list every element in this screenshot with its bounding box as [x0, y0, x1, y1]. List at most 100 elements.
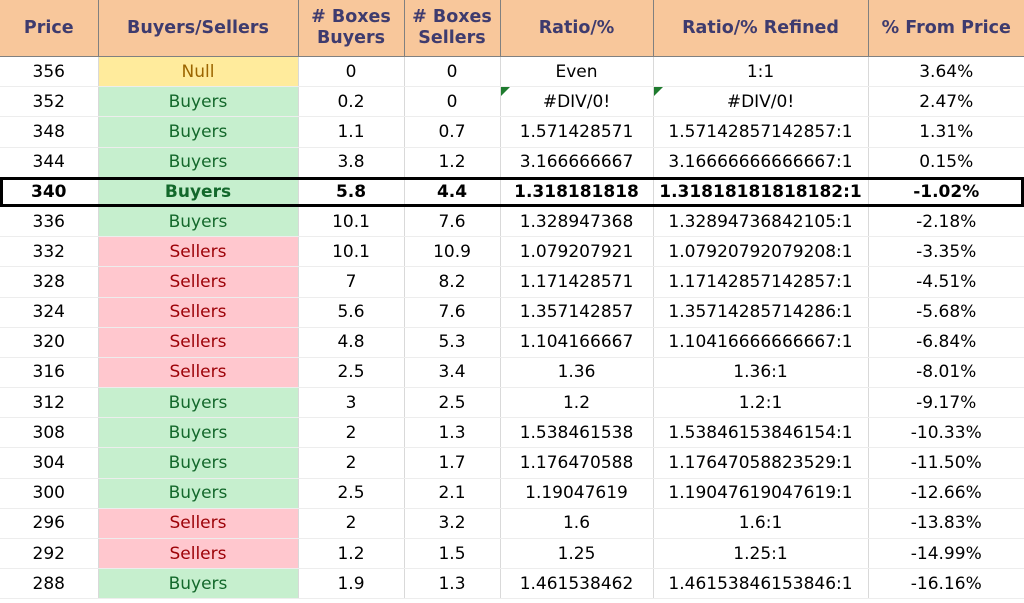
cell-ratio-percent[interactable]: 1.357142857	[500, 297, 654, 328]
table-row[interactable]: 340 Buyers 5.8 4.4 1.318181818 1.318181818181…	[0, 177, 1024, 207]
cell-percent-from-price[interactable]: -8.01%	[868, 357, 1024, 389]
table-row[interactable]: 328 Sellers 7 8.2 1.171428571 1.1714285714285…	[0, 266, 1024, 298]
cell-percent-from-price[interactable]: -12.66%	[868, 478, 1024, 509]
cell-ratio-percent[interactable]: 1.2	[500, 387, 654, 419]
cell-ratio-percent[interactable]: 1.176470588	[500, 447, 654, 479]
cell-ratio-percent-refined[interactable]: 1.36:1	[653, 357, 869, 389]
cell-boxes-buyers[interactable]: 2	[298, 508, 405, 540]
cell-boxes-buyers[interactable]: 3	[298, 387, 405, 419]
cell-buyers-sellers[interactable]: Sellers	[98, 327, 299, 358]
cell-boxes-sellers[interactable]: 4.4	[404, 177, 501, 207]
cell-boxes-sellers[interactable]: 0	[404, 86, 501, 118]
column-header-percent-from-price[interactable]: % From Price	[868, 0, 1024, 57]
cell-ratio-percent[interactable]: 1.6	[500, 508, 654, 540]
cell-ratio-percent-refined[interactable]: #DIV/0!	[653, 86, 869, 118]
cell-buyers-sellers[interactable]: Buyers	[98, 206, 299, 238]
cell-boxes-sellers[interactable]: 1.3	[404, 417, 501, 449]
cell-boxes-sellers[interactable]: 1.2	[404, 147, 501, 178]
cell-ratio-percent[interactable]: 1.538461538	[500, 417, 654, 449]
cell-percent-from-price[interactable]: 1.31%	[868, 116, 1024, 148]
cell-boxes-sellers[interactable]: 2.5	[404, 387, 501, 419]
table-row[interactable]: 288 Buyers 1.9 1.3 1.461538462 1.461538461538…	[0, 568, 1024, 600]
table-row[interactable]: 296 Sellers 2 3.2 1.6 1.6:1 -13.83%	[0, 508, 1024, 540]
cell-ratio-percent[interactable]: 1.571428571	[500, 116, 654, 148]
cell-price[interactable]: 352	[0, 86, 99, 118]
cell-percent-from-price[interactable]: 0.15%	[868, 147, 1024, 178]
cell-percent-from-price[interactable]: -16.16%	[868, 568, 1024, 600]
cell-percent-from-price[interactable]: -10.33%	[868, 417, 1024, 449]
cell-boxes-buyers[interactable]: 10.1	[298, 236, 405, 268]
table-row[interactable]: 316 Sellers 2.5 3.4 1.36 1.36:1 -8.01%	[0, 357, 1024, 389]
cell-price[interactable]: 320	[0, 327, 99, 358]
cell-percent-from-price[interactable]: -13.83%	[868, 508, 1024, 540]
table-row[interactable]: 352 Buyers 0.2 0 #DIV/0! #DIV/0! 2.47%	[0, 86, 1024, 118]
cell-percent-from-price[interactable]: 3.64%	[868, 56, 1024, 88]
cell-buyers-sellers[interactable]: Buyers	[98, 86, 299, 118]
cell-price[interactable]: 348	[0, 116, 99, 148]
cell-boxes-buyers[interactable]: 2.5	[298, 478, 405, 509]
cell-ratio-percent[interactable]: 3.166666667	[500, 147, 654, 178]
cell-buyers-sellers[interactable]: Sellers	[98, 236, 299, 268]
cell-boxes-buyers[interactable]: 3.8	[298, 147, 405, 178]
cell-boxes-buyers[interactable]: 0	[298, 56, 405, 88]
cell-buyers-sellers[interactable]: Null	[98, 56, 299, 88]
cell-ratio-percent-refined[interactable]: 1.10416666666667:1	[653, 327, 869, 358]
cell-ratio-percent[interactable]: #DIV/0!	[500, 86, 654, 118]
cell-percent-from-price[interactable]: -6.84%	[868, 327, 1024, 358]
cell-buyers-sellers[interactable]: Buyers	[98, 387, 299, 419]
cell-price[interactable]: 324	[0, 297, 99, 328]
table-row[interactable]: 320 Sellers 4.8 5.3 1.104166667 1.10416666666…	[0, 327, 1024, 358]
cell-buyers-sellers[interactable]: Buyers	[98, 478, 299, 509]
cell-buyers-sellers[interactable]: Buyers	[98, 116, 299, 148]
table-row[interactable]: 308 Buyers 2 1.3 1.538461538 1.53846153846154…	[0, 417, 1024, 449]
cell-buyers-sellers[interactable]: Sellers	[98, 266, 299, 298]
cell-ratio-percent-refined[interactable]: 1.07920792079208:1	[653, 236, 869, 268]
cell-price[interactable]: 308	[0, 417, 99, 449]
cell-buyers-sellers[interactable]: Buyers	[98, 447, 299, 479]
column-header-price[interactable]: Price	[0, 0, 99, 57]
cell-buyers-sellers[interactable]: Buyers	[98, 417, 299, 449]
table-row[interactable]: 332 Sellers 10.1 10.9 1.079207921 1.079207920…	[0, 236, 1024, 268]
cell-ratio-percent[interactable]: 1.104166667	[500, 327, 654, 358]
table-row[interactable]: 300 Buyers 2.5 2.1 1.19047619 1.1904761904761…	[0, 478, 1024, 509]
column-header-boxes-sellers[interactable]: # Boxes Sellers	[404, 0, 501, 57]
cell-percent-from-price[interactable]: -1.02%	[868, 177, 1024, 207]
cell-percent-from-price[interactable]: -5.68%	[868, 297, 1024, 328]
cell-percent-from-price[interactable]: -2.18%	[868, 206, 1024, 238]
cell-boxes-buyers[interactable]: 5.8	[298, 177, 405, 207]
cell-boxes-buyers[interactable]: 2	[298, 417, 405, 449]
cell-boxes-buyers[interactable]: 0.2	[298, 86, 405, 118]
cell-percent-from-price[interactable]: 2.47%	[868, 86, 1024, 118]
cell-price[interactable]: 316	[0, 357, 99, 389]
cell-percent-from-price[interactable]: -11.50%	[868, 447, 1024, 479]
table-row[interactable]: 344 Buyers 3.8 1.2 3.166666667 3.166666666666…	[0, 147, 1024, 178]
cell-boxes-sellers[interactable]: 3.4	[404, 357, 501, 389]
cell-boxes-buyers[interactable]: 1.2	[298, 538, 405, 570]
cell-price[interactable]: 332	[0, 236, 99, 268]
cell-ratio-percent-refined[interactable]: 3.16666666666667:1	[653, 147, 869, 178]
table-row[interactable]: 324 Sellers 5.6 7.6 1.357142857 1.35714285714…	[0, 297, 1024, 328]
cell-boxes-buyers[interactable]: 1.9	[298, 568, 405, 600]
cell-price[interactable]: 300	[0, 478, 99, 509]
cell-boxes-buyers[interactable]: 2.5	[298, 357, 405, 389]
cell-boxes-buyers[interactable]: 2	[298, 447, 405, 479]
cell-price[interactable]: 312	[0, 387, 99, 419]
cell-percent-from-price[interactable]: -4.51%	[868, 266, 1024, 298]
cell-boxes-sellers[interactable]: 1.7	[404, 447, 501, 479]
cell-price[interactable]: 304	[0, 447, 99, 479]
cell-ratio-percent-refined[interactable]: 1.2:1	[653, 387, 869, 419]
cell-ratio-percent[interactable]: 1.171428571	[500, 266, 654, 298]
cell-ratio-percent[interactable]: 1.36	[500, 357, 654, 389]
cell-ratio-percent-refined[interactable]: 1.32894736842105:1	[653, 206, 869, 238]
cell-ratio-percent-refined[interactable]: 1.19047619047619:1	[653, 478, 869, 509]
cell-ratio-percent[interactable]: 1.461538462	[500, 568, 654, 600]
cell-ratio-percent-refined[interactable]: 1.17647058823529:1	[653, 447, 869, 479]
cell-boxes-buyers[interactable]: 1.1	[298, 116, 405, 148]
cell-boxes-sellers[interactable]: 7.6	[404, 206, 501, 238]
cell-price[interactable]: 328	[0, 266, 99, 298]
table-row[interactable]: 356 Null 0 0 Even 1:1 3.64%	[0, 56, 1024, 88]
cell-boxes-sellers[interactable]: 3.2	[404, 508, 501, 540]
cell-ratio-percent-refined[interactable]: 1.31818181818182:1	[653, 177, 869, 207]
cell-ratio-percent-refined[interactable]: 1.53846153846154:1	[653, 417, 869, 449]
cell-boxes-sellers[interactable]: 2.1	[404, 478, 501, 509]
